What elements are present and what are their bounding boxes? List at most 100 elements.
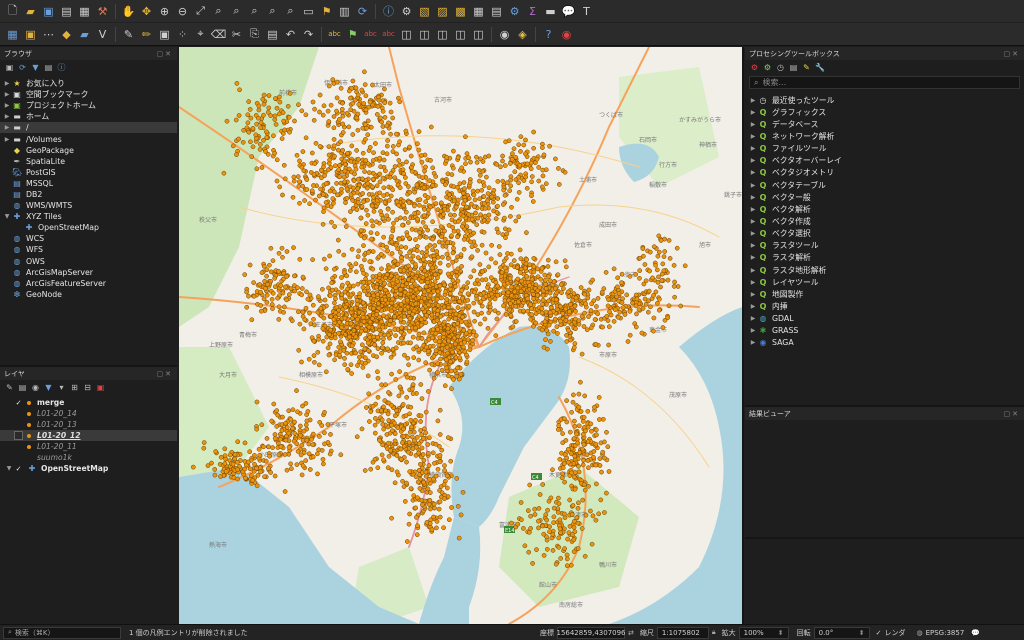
- panel-controls-icon[interactable]: ▢✕: [157, 370, 173, 378]
- filter-legend-icon[interactable]: ▼: [44, 383, 53, 392]
- spin-icon[interactable]: ⬍: [859, 629, 865, 637]
- toolbox-group[interactable]: ▶ Q ラスタツール: [748, 240, 1024, 252]
- add-selected-layers-icon[interactable]: ▣: [5, 63, 14, 72]
- browser-item[interactable]: ◍ WCS: [0, 233, 177, 244]
- redo-icon[interactable]: ↷: [300, 26, 317, 43]
- label-unpin-icon[interactable]: ◫: [470, 26, 487, 43]
- plugin-icon[interactable]: ◉: [496, 26, 513, 43]
- toggle-edit-icon[interactable]: ✏: [138, 26, 155, 43]
- locator-search[interactable]: ⌕ 検索（⌘K）: [3, 626, 121, 639]
- chevron-right-icon[interactable]: ▶: [748, 267, 758, 274]
- collapse-all-icon[interactable]: ▤: [44, 63, 53, 72]
- messages-icon[interactable]: 💬: [971, 629, 980, 637]
- print-layout-icon[interactable]: ▦: [76, 3, 93, 20]
- toolbox-group[interactable]: ▶ Q グラフィックス: [748, 106, 1024, 118]
- measure-icon[interactable]: ▬: [542, 3, 559, 20]
- results-icon[interactable]: ▤: [789, 63, 798, 72]
- text-annotation-icon[interactable]: T: [578, 3, 595, 20]
- statistics-icon[interactable]: Σ: [524, 3, 541, 20]
- chevron-right-icon[interactable]: ▶: [748, 315, 758, 322]
- save-edits-icon[interactable]: ▣: [156, 26, 173, 43]
- chevron-down-icon[interactable]: ▼: [2, 213, 12, 220]
- chevron-right-icon[interactable]: ▶: [748, 218, 758, 225]
- layer-visibility-checkbox[interactable]: [14, 420, 23, 429]
- toolbox-group[interactable]: ▶ ◉ SAGA: [748, 337, 1024, 349]
- chevron-right-icon[interactable]: ▶: [748, 109, 758, 116]
- layer-visibility-checkbox[interactable]: [14, 431, 23, 440]
- deselect-icon[interactable]: ▩: [452, 3, 469, 20]
- toggle-extents-icon[interactable]: ⇄: [628, 629, 634, 637]
- map-render[interactable]: 前橋市伊勢崎市太田市古河市つくば市石岡市土浦市稲敷市成田市佐倉市八街市千葉市市原…: [179, 47, 742, 624]
- label-show-icon[interactable]: abc: [362, 26, 379, 43]
- browser-item[interactable]: ✒ SpatiaLite: [0, 156, 177, 167]
- chevron-right-icon[interactable]: ▶: [748, 327, 758, 334]
- history-icon[interactable]: ◷: [776, 63, 785, 72]
- bookmark-icon[interactable]: ⚑: [318, 3, 335, 20]
- chevron-right-icon[interactable]: ▶: [748, 230, 758, 237]
- toolbox-group[interactable]: ▶ ◍ GDAL: [748, 313, 1024, 325]
- toolbox-group[interactable]: ▶ Q ラスタ地形解析: [748, 264, 1024, 276]
- toolbox-group[interactable]: ▶ Q ベクター般: [748, 191, 1024, 203]
- zoom-out-icon[interactable]: ⊖: [174, 3, 191, 20]
- zoom-selection-icon[interactable]: ⌕: [210, 3, 227, 20]
- chevron-right-icon[interactable]: ▶: [748, 254, 758, 261]
- toolbox-search[interactable]: ⌕ 検索...: [749, 76, 1020, 89]
- chevron-right-icon[interactable]: ▶: [2, 102, 12, 109]
- panel-controls-icon[interactable]: ▢✕: [1004, 50, 1020, 58]
- toolbox-group[interactable]: ▶ ✱ GRASS: [748, 325, 1024, 337]
- properties-icon[interactable]: ⓘ: [57, 63, 66, 72]
- toolbox-group[interactable]: ▶ Q ベクタ選択: [748, 228, 1024, 240]
- browser-item[interactable]: 🐘︎ PostGIS: [0, 167, 177, 178]
- refresh-icon[interactable]: ⟳: [354, 3, 371, 20]
- expand-all-icon[interactable]: ⊞: [70, 383, 79, 392]
- collapse-all-icon[interactable]: ⊟: [83, 383, 92, 392]
- layer-visibility-checkbox[interactable]: ✓: [14, 398, 23, 407]
- map-tips-icon[interactable]: 💬: [560, 3, 577, 20]
- browser-item[interactable]: ▶ ▬ /: [0, 122, 177, 134]
- toolbox-group[interactable]: ▶ Q ネットワーク解析: [748, 130, 1024, 142]
- delete-icon[interactable]: ⌫: [210, 26, 227, 43]
- add-feature-icon[interactable]: ⁘: [174, 26, 191, 43]
- toolbox-group[interactable]: ▶ Q ベクタテーブル: [748, 179, 1024, 191]
- save-project-icon[interactable]: ▣: [40, 3, 57, 20]
- add-group-icon[interactable]: ▤: [18, 383, 27, 392]
- record-icon[interactable]: ◉: [558, 26, 575, 43]
- new-map-view-icon[interactable]: ▭: [300, 3, 317, 20]
- browser-item[interactable]: ❇ GeoNode: [0, 289, 177, 300]
- layer-item[interactable]: L01-20_11: [0, 441, 177, 452]
- browser-item[interactable]: ▼ ✚ XYZ Tiles: [0, 211, 177, 222]
- layer-visibility-checkbox[interactable]: [14, 453, 23, 462]
- layer-visibility-checkbox[interactable]: ✓: [14, 464, 23, 473]
- chevron-right-icon[interactable]: ▶: [748, 157, 758, 164]
- refresh-icon[interactable]: ⟳: [18, 63, 27, 72]
- panel-controls-icon[interactable]: ▢✕: [1004, 410, 1020, 418]
- data-source-manager-icon[interactable]: ▦: [4, 26, 21, 43]
- diagram-icon[interactable]: ◫: [398, 26, 415, 43]
- help-icon[interactable]: ?: [540, 26, 557, 43]
- toolbox-group[interactable]: ▶ Q ベクタ作成: [748, 215, 1024, 227]
- label-pin-icon[interactable]: ⚑: [344, 26, 361, 43]
- manage-visibility-icon[interactable]: ◉: [31, 383, 40, 392]
- browser-item[interactable]: ▶ ▬/Volumes: [0, 133, 177, 144]
- label-rotate-icon[interactable]: ◫: [416, 26, 433, 43]
- coordinate-field[interactable]: 15642859,4307096: [556, 626, 626, 639]
- browser-item[interactable]: ◍ ArcGisFeatureServer: [0, 278, 177, 289]
- crs-icon[interactable]: ◍: [916, 629, 922, 637]
- toolbox-group[interactable]: ▶ ◷ 最近使ったツール: [748, 94, 1024, 106]
- zoom-native-icon[interactable]: ⌕: [246, 3, 263, 20]
- panel-controls-icon[interactable]: ▢✕: [157, 50, 173, 58]
- chevron-right-icon[interactable]: ▶: [748, 279, 758, 286]
- undo-icon[interactable]: ↶: [282, 26, 299, 43]
- browser-item[interactable]: ▶ ★ お気に入り: [0, 78, 177, 89]
- browser-item[interactable]: ▶ ▣ 空間ブックマーク: [0, 89, 177, 100]
- browser-item[interactable]: ◍ WFS: [0, 244, 177, 255]
- chevron-right-icon[interactable]: ▶: [748, 121, 758, 128]
- toolbox-group[interactable]: ▶ Q 地図製作: [748, 288, 1024, 300]
- select-value-icon[interactable]: ▨: [434, 3, 451, 20]
- new-project-icon[interactable]: 🗋: [4, 3, 21, 20]
- chevron-right-icon[interactable]: ▶: [748, 133, 758, 140]
- zoom-last-icon[interactable]: ⌕: [264, 3, 281, 20]
- add-wms-icon[interactable]: V: [94, 26, 111, 43]
- options-icon[interactable]: 🔧: [815, 63, 825, 72]
- label-move-icon[interactable]: abc: [380, 26, 397, 43]
